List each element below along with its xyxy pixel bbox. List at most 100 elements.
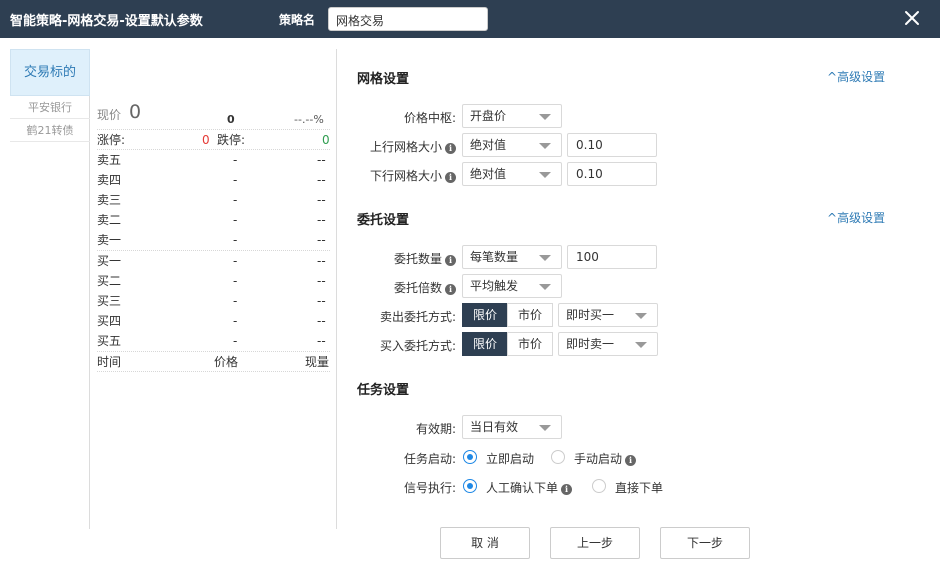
nav-item-bond[interactable]: 鹤21转债 <box>10 119 90 142</box>
info-icon[interactable]: i <box>445 255 456 266</box>
ask-volume: -- <box>317 173 326 187</box>
footer-price: 价格 <box>214 355 239 369</box>
strategy-name-input[interactable]: 网格交易 <box>328 7 488 31</box>
sell-method-label: 卖出委托方式: <box>379 310 456 324</box>
ask-label: 卖一 <box>97 233 122 247</box>
footer-volume: 现量 <box>305 355 330 369</box>
select-value: 当日有效 <box>470 420 519 434</box>
bid-volume: -- <box>317 314 326 328</box>
qty-label: 委托数量 i <box>336 250 456 267</box>
bid-price: - <box>233 334 238 348</box>
qty-type-select[interactable]: 每笔数量 <box>462 245 562 269</box>
prev-step-button[interactable]: 上一步 <box>550 527 640 559</box>
ask-volume: -- <box>317 233 326 247</box>
task-section-title: 任务设置 <box>357 383 410 398</box>
grid-advanced-link[interactable]: ^高级设置 <box>827 68 885 85</box>
start-manual-label[interactable]: 手动启动 i <box>574 450 637 467</box>
left-nav: 交易标的 平安银行 鹤21转债 <box>10 49 90 142</box>
next-step-button[interactable]: 下一步 <box>660 527 750 559</box>
label-text: 委托倍数 <box>393 281 442 295</box>
ask-price: - <box>233 213 238 227</box>
divider <box>97 371 330 372</box>
start-label: 任务启动: <box>403 452 456 466</box>
info-icon[interactable]: i <box>625 455 637 466</box>
info-icon[interactable]: i <box>561 484 573 495</box>
bid-price: - <box>233 294 238 308</box>
ask-price: - <box>233 193 238 207</box>
ask-price: - <box>233 153 238 167</box>
bid-label: 买五 <box>97 334 122 348</box>
info-icon[interactable]: i <box>445 284 456 295</box>
select-value: 开盘价 <box>470 109 507 123</box>
limit-up-value: 0 <box>202 133 210 147</box>
divider <box>97 149 330 150</box>
change-pct: --.--% <box>294 113 324 126</box>
change-value: 0 <box>227 113 235 126</box>
validity-select[interactable]: 当日有效 <box>462 415 562 439</box>
bid-label: 买二 <box>97 274 122 288</box>
select-value: 每笔数量 <box>470 250 519 264</box>
signal-confirm-label[interactable]: 人工确认下单 i <box>486 479 573 496</box>
info-icon[interactable]: i <box>445 172 456 183</box>
ask-volume: -- <box>317 213 326 227</box>
buy-price-select[interactable]: 即时卖一 <box>558 332 658 356</box>
label-text: 人工确认下单 <box>486 481 559 495</box>
select-value: 绝对值 <box>470 167 507 181</box>
select-value: 绝对值 <box>470 138 507 152</box>
label-text: 手动启动 <box>574 452 623 466</box>
info-icon[interactable]: i <box>445 143 456 154</box>
label-text: 下行网格大小 <box>369 169 442 183</box>
bid-price: - <box>233 314 238 328</box>
strategy-name-label: 策略名 <box>279 13 316 27</box>
bid-volume: -- <box>317 254 326 268</box>
bid-volume: -- <box>317 294 326 308</box>
order-advanced-link[interactable]: ^高级设置 <box>827 209 885 226</box>
ask-label: 卖三 <box>97 193 122 207</box>
grid-section-title: 网格设置 <box>357 72 410 87</box>
ask-price: - <box>233 233 238 247</box>
ask-label: 卖五 <box>97 153 122 167</box>
signal-direct-label[interactable]: 直接下单 <box>615 479 663 496</box>
label-text: 委托数量 <box>393 252 442 266</box>
chevron-down-icon <box>539 425 551 431</box>
signal-direct-radio[interactable] <box>592 479 606 493</box>
chevron-down-icon <box>539 172 551 178</box>
center-label: 价格中枢: <box>403 111 456 125</box>
signal-confirm-radio[interactable] <box>463 479 477 493</box>
ask-volume: -- <box>317 153 326 167</box>
down-type-select[interactable]: 绝对值 <box>462 162 562 186</box>
chevron-down-icon <box>539 114 551 120</box>
center-select[interactable]: 开盘价 <box>462 104 562 128</box>
sell-price-select[interactable]: 即时买一 <box>558 303 658 327</box>
up-value-input[interactable]: 0.10 <box>567 133 657 157</box>
chevron-down-icon <box>539 143 551 149</box>
nav-item-stock[interactable]: 平安银行 <box>10 96 90 119</box>
price-label: 现价 <box>97 108 122 122</box>
sell-limit-button[interactable]: 限价 <box>462 303 508 327</box>
start-immediate-label[interactable]: 立即启动 <box>486 450 534 467</box>
chevron-down-icon <box>635 313 647 319</box>
up-type-select[interactable]: 绝对值 <box>462 133 562 157</box>
order-section-title: 委托设置 <box>357 213 410 228</box>
up-grid-label: 上行网格大小 i <box>336 138 456 155</box>
buy-market-button[interactable]: 市价 <box>507 332 553 356</box>
signal-label: 信号执行: <box>403 481 456 495</box>
cancel-button[interactable]: 取 消 <box>440 527 530 559</box>
nav-item-trade-target[interactable]: 交易标的 <box>10 49 90 96</box>
start-immediate-radio[interactable] <box>463 450 477 464</box>
limit-down-value: 0 <box>322 133 330 147</box>
price-value: 0 <box>129 101 142 123</box>
divider <box>97 129 330 130</box>
down-value-input[interactable]: 0.10 <box>567 162 657 186</box>
start-manual-radio[interactable] <box>551 450 565 464</box>
buy-limit-button[interactable]: 限价 <box>462 332 508 356</box>
dialog-title: 智能策略-网格交易-设置默认参数 <box>10 14 203 29</box>
divider <box>97 250 330 251</box>
mult-label: 委托倍数 i <box>336 279 456 296</box>
mult-select[interactable]: 平均触发 <box>462 274 562 298</box>
label-text: 上行网格大小 <box>369 140 442 154</box>
qty-value-input[interactable]: 100 <box>567 245 657 269</box>
sell-market-button[interactable]: 市价 <box>507 303 553 327</box>
close-icon[interactable] <box>902 8 922 28</box>
select-value: 即时卖一 <box>566 337 615 351</box>
